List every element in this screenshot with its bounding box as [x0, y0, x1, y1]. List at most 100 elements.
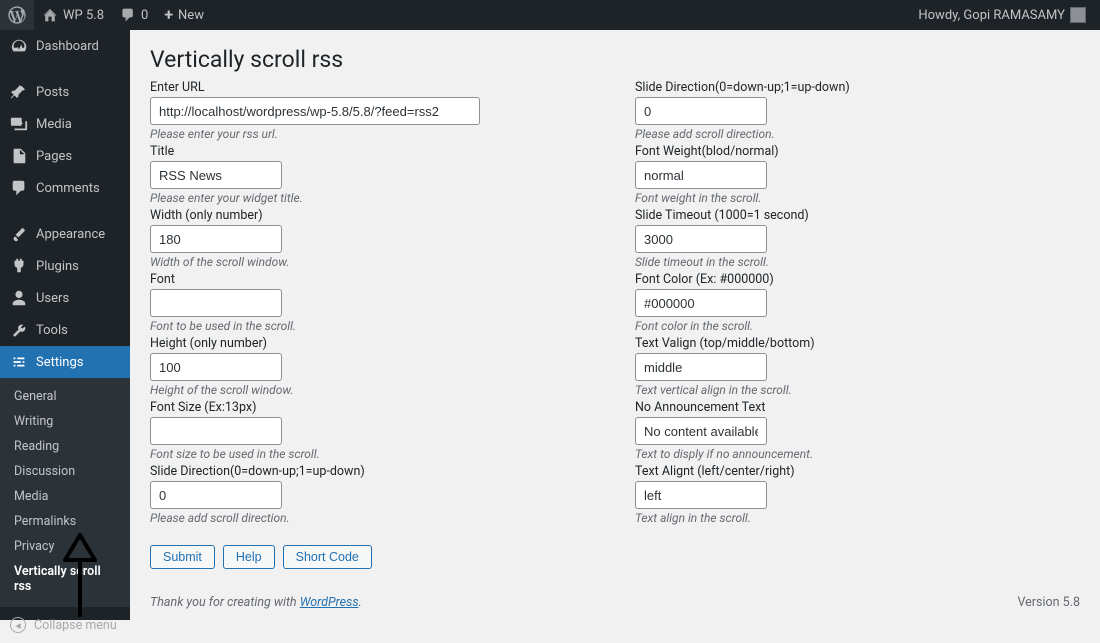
- field-hint: Height of the scroll window.: [150, 383, 595, 397]
- field-no-announcement: No Announcement Text Text to disply if n…: [635, 400, 1080, 461]
- site-name-menu[interactable]: WP 5.8: [34, 0, 112, 30]
- collapse-icon: ◂: [10, 617, 26, 633]
- comments-menu[interactable]: 0: [112, 0, 156, 30]
- nav-media[interactable]: Media: [0, 108, 130, 140]
- no-announcement-input[interactable]: [635, 417, 767, 445]
- main-content: Vertically scroll rss Enter URL Please e…: [130, 30, 1100, 620]
- sub-permalinks[interactable]: Permalinks: [0, 509, 130, 534]
- font-color-input[interactable]: [635, 289, 767, 317]
- comments-icon: [10, 179, 28, 197]
- my-account-menu[interactable]: Howdy, Gopi RAMASAMY: [910, 0, 1094, 30]
- plus-icon: +: [164, 7, 173, 23]
- height-input[interactable]: [150, 353, 282, 381]
- admin-bar-right: Howdy, Gopi RAMASAMY: [910, 0, 1094, 30]
- field-label: Font Weight(blod/normal): [635, 144, 1080, 159]
- text-valign-input[interactable]: [635, 353, 767, 381]
- field-font-weight: Font Weight(blod/normal) Font weight in …: [635, 144, 1080, 205]
- shortcode-button[interactable]: Short Code: [283, 545, 372, 569]
- field-hint: Font size to be used in the scroll.: [150, 447, 595, 461]
- nav-label: Comments: [36, 181, 100, 196]
- nav-label: Posts: [36, 85, 69, 100]
- font-weight-input[interactable]: [635, 161, 767, 189]
- field-label: Height (only number): [150, 336, 595, 351]
- user-icon: [10, 289, 28, 307]
- field-hint: Please enter your rss url.: [150, 127, 595, 141]
- field-label: Slide Direction(0=down-up;1=up-down): [150, 464, 595, 479]
- field-hint: Please add scroll direction.: [150, 511, 595, 525]
- field-font-size: Font Size (Ex:13px) Font size to be used…: [150, 400, 595, 461]
- field-slide-timeout: Slide Timeout (1000=1 second) Slide time…: [635, 208, 1080, 269]
- footer-thankyou: Thank you for creating with WordPress.: [150, 595, 362, 610]
- font-size-input[interactable]: [150, 417, 282, 445]
- nav-label: Pages: [36, 149, 72, 164]
- home-icon: [42, 7, 58, 23]
- nav-settings[interactable]: Settings: [0, 346, 130, 378]
- field-hint: Text align in the scroll.: [635, 511, 1080, 525]
- field-title: Title Please enter your widget title.: [150, 144, 595, 205]
- field-text-valign: Text Valign (top/middle/bottom) Text ver…: [635, 336, 1080, 397]
- field-label: Font Size (Ex:13px): [150, 400, 595, 415]
- sub-reading[interactable]: Reading: [0, 434, 130, 459]
- plugin-icon: [10, 257, 28, 275]
- field-slide-direction-left: Slide Direction(0=down-up;1=up-down) Ple…: [150, 464, 595, 525]
- field-text-align: Text Alignt (left/center/right) Text ali…: [635, 464, 1080, 525]
- new-content-menu[interactable]: + New: [156, 0, 212, 30]
- collapse-menu[interactable]: ◂ Collapse menu: [0, 607, 130, 643]
- nav-plugins[interactable]: Plugins: [0, 250, 130, 282]
- field-slide-direction-right: Slide Direction(0=down-up;1=up-down) Ple…: [635, 80, 1080, 141]
- page-title: Vertically scroll rss: [150, 46, 1080, 73]
- wordpress-link[interactable]: WordPress: [300, 595, 359, 610]
- comment-icon: [120, 7, 136, 23]
- thank-prefix: Thank you for creating with: [150, 595, 300, 610]
- sub-writing[interactable]: Writing: [0, 409, 130, 434]
- slide-direction-input[interactable]: [150, 481, 282, 509]
- nav-appearance[interactable]: Appearance: [0, 218, 130, 250]
- submit-button[interactable]: Submit: [150, 545, 215, 569]
- howdy-prefix: Howdy,: [918, 8, 960, 23]
- nav-label: Tools: [36, 323, 68, 338]
- sub-media[interactable]: Media: [0, 484, 130, 509]
- admin-sidebar: Dashboard Posts Media Pages Comments App…: [0, 30, 130, 620]
- admin-bar: WP 5.8 0 + New Howdy, Gopi RAMASAMY: [0, 0, 1100, 30]
- nav-label: Users: [36, 291, 69, 306]
- field-hint: Font color in the scroll.: [635, 319, 1080, 333]
- pages-icon: [10, 147, 28, 165]
- field-label: Slide Direction(0=down-up;1=up-down): [635, 80, 1080, 95]
- field-hint: Font weight in the scroll.: [635, 191, 1080, 205]
- text-align-input[interactable]: [635, 481, 767, 509]
- nav-label: Settings: [36, 355, 83, 370]
- url-input[interactable]: [150, 97, 480, 125]
- new-label: New: [178, 8, 204, 23]
- field-label: Slide Timeout (1000=1 second): [635, 208, 1080, 223]
- slide-timeout-input[interactable]: [635, 225, 767, 253]
- help-button[interactable]: Help: [223, 545, 275, 569]
- wordpress-icon: [8, 6, 26, 24]
- nav-posts[interactable]: Posts: [0, 76, 130, 108]
- width-input[interactable]: [150, 225, 282, 253]
- nav-pages[interactable]: Pages: [0, 140, 130, 172]
- field-label: Enter URL: [150, 80, 595, 95]
- nav-label: Plugins: [36, 259, 79, 274]
- nav-dashboard[interactable]: Dashboard: [0, 30, 130, 62]
- title-input[interactable]: [150, 161, 282, 189]
- form-col-right: Slide Direction(0=down-up;1=up-down) Ple…: [635, 77, 1080, 569]
- field-hint: Font to be used in the scroll.: [150, 319, 595, 333]
- wp-logo-menu[interactable]: [0, 0, 34, 30]
- slide-direction-input-2[interactable]: [635, 97, 767, 125]
- nav-users[interactable]: Users: [0, 282, 130, 314]
- sub-discussion[interactable]: Discussion: [0, 459, 130, 484]
- nav-label: Media: [36, 117, 72, 132]
- sub-privacy[interactable]: Privacy: [0, 534, 130, 559]
- nav-tools[interactable]: Tools: [0, 314, 130, 346]
- comment-count: 0: [141, 8, 148, 23]
- site-name: WP 5.8: [63, 8, 104, 23]
- sub-general[interactable]: General: [0, 384, 130, 409]
- sub-vertically-scroll-rss[interactable]: Vertically scroll rss: [0, 559, 130, 599]
- brush-icon: [10, 225, 28, 243]
- nav-label: Appearance: [36, 227, 105, 242]
- font-input[interactable]: [150, 289, 282, 317]
- nav-comments[interactable]: Comments: [0, 172, 130, 204]
- field-height: Height (only number) Height of the scrol…: [150, 336, 595, 397]
- field-label: Width (only number): [150, 208, 595, 223]
- footer-version: Version 5.8: [1017, 595, 1080, 610]
